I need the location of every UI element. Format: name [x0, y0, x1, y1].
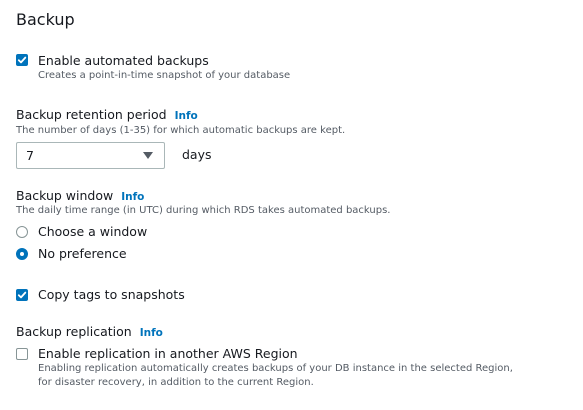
automated-backups-label[interactable]: Enable automated backups [38, 53, 209, 68]
replication-option-label[interactable]: Enable replication in another AWS Region [38, 346, 298, 361]
choose-window-label[interactable]: Choose a window [38, 224, 147, 239]
retention-header: Backup retention period Info [16, 107, 198, 122]
replication-header: Backup replication Info [16, 324, 163, 339]
replication-info-link[interactable]: Info [140, 327, 163, 339]
replication-description-line-2: for disaster recovery, in addition to th… [38, 377, 314, 388]
window-label: Backup window [16, 188, 114, 203]
window-header: Backup window Info [16, 188, 144, 203]
choose-window-radio[interactable] [16, 226, 28, 238]
retention-unit: days [182, 147, 212, 162]
copy-tags-label[interactable]: Copy tags to snapshots [38, 287, 185, 302]
replication-label: Backup replication [16, 324, 132, 339]
retention-select[interactable]: 7 [16, 142, 165, 169]
retention-description: The number of days (1-35) for which auto… [16, 125, 346, 136]
replication-checkbox[interactable] [16, 348, 28, 360]
automated-backups-checkbox[interactable] [16, 54, 28, 66]
checkmark-icon [17, 291, 27, 299]
window-info-link[interactable]: Info [121, 191, 144, 203]
retention-selected-value: 7 [26, 148, 34, 163]
retention-label: Backup retention period [16, 107, 167, 122]
no-preference-radio[interactable] [16, 248, 28, 260]
replication-description-line-1: Enabling replication automatically creat… [38, 363, 513, 374]
checkmark-icon [17, 56, 27, 64]
window-description: The daily time range (in UTC) during whi… [16, 205, 391, 216]
automated-backups-description: Creates a point-in-time snapshot of your… [38, 70, 291, 81]
section-title: Backup [16, 10, 75, 29]
no-preference-label[interactable]: No preference [38, 246, 127, 261]
copy-tags-checkbox[interactable] [16, 289, 28, 301]
retention-info-link[interactable]: Info [175, 110, 198, 122]
caret-down-icon [143, 152, 153, 159]
